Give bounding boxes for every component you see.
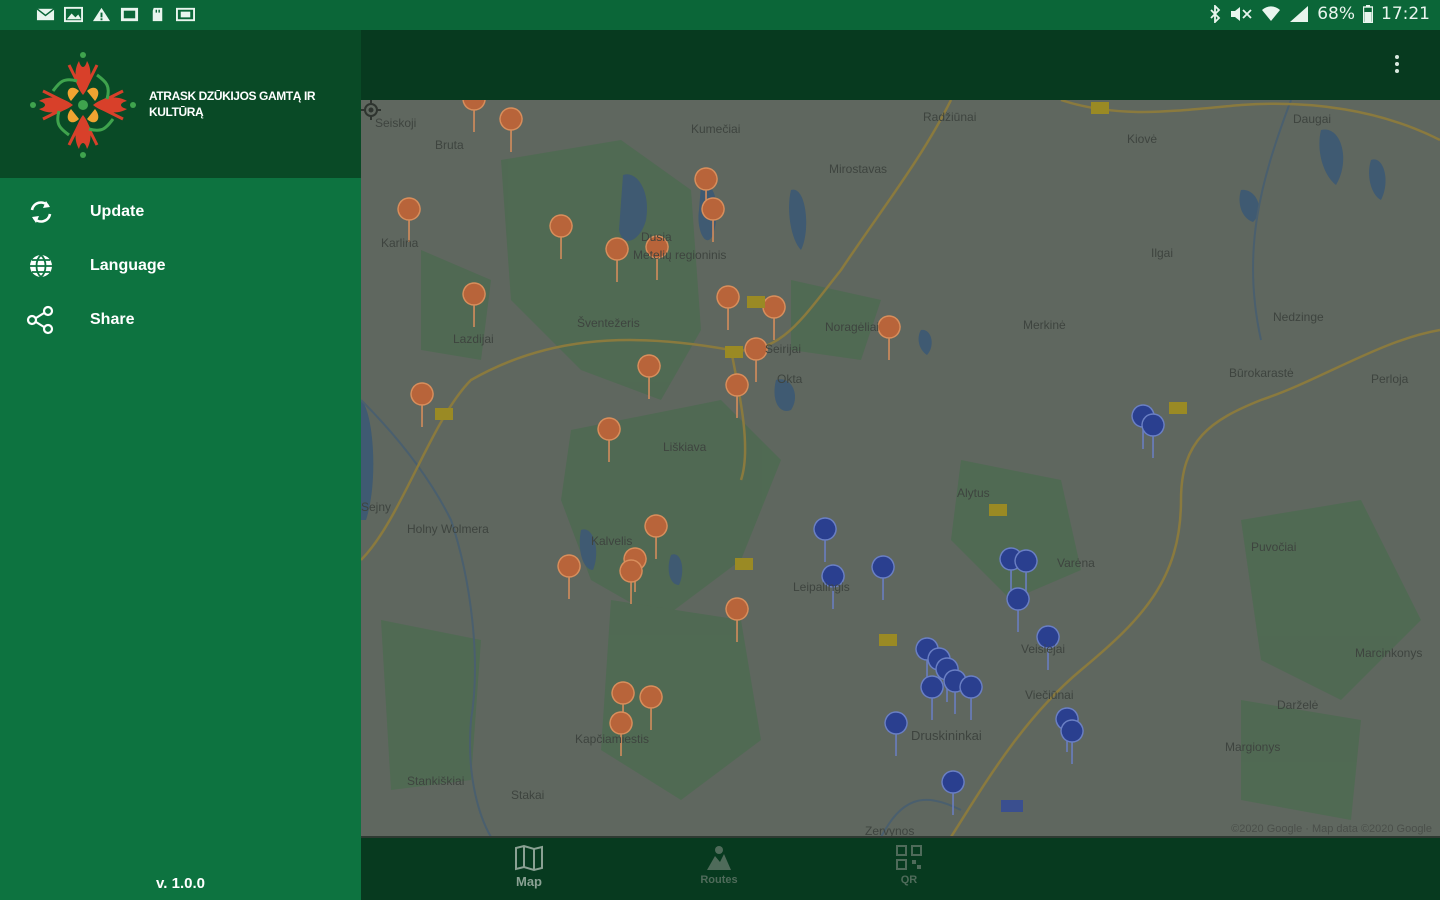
place-label: Alytus <box>957 486 990 500</box>
tab-qr[interactable]: QR <box>849 844 969 898</box>
place-label: Noragėliai <box>825 320 880 334</box>
bluetooth-icon <box>1210 5 1221 23</box>
share-icon <box>26 305 54 335</box>
place-label: Druskininkai <box>911 728 982 743</box>
place-label: Kalvelis <box>591 534 633 548</box>
bottom-navigation: Map Routes QR <box>361 838 1440 900</box>
menu-item-share[interactable]: Share <box>0 293 361 347</box>
route-icon <box>707 846 731 870</box>
place-label: Stankiškiai <box>407 774 465 788</box>
logo <box>28 52 138 160</box>
map-view[interactable]: Seiskoji Bruta Kumečiai Radžiūnai Kiovė … <box>361 100 1440 837</box>
place-label: Bruta <box>435 138 464 152</box>
menu-item-update[interactable]: Update <box>0 185 361 239</box>
place-label: Daugai <box>1293 112 1332 126</box>
place-label: Viečiūnai <box>1025 688 1074 702</box>
place-label: Marcinkonys <box>1355 646 1423 660</box>
menu-item-label: Language <box>90 257 166 274</box>
place-label: Veisiejai <box>1021 642 1066 656</box>
battery-icon <box>1363 5 1373 23</box>
app-bar <box>361 30 1440 100</box>
tab-routes-label: Routes <box>700 874 738 886</box>
notification-icons <box>36 6 195 23</box>
place-label: Būrokarastė <box>1229 366 1294 380</box>
tab-map-label: Map <box>516 874 542 889</box>
place-label: Dusia <box>641 230 672 244</box>
map-icon <box>515 844 543 872</box>
qr-icon <box>896 845 922 870</box>
place-label: Darželė <box>1277 698 1319 712</box>
signal-icon <box>1290 6 1309 22</box>
place-label: Liškiava <box>663 440 707 454</box>
place-label: Puvočiai <box>1251 540 1297 554</box>
map-canvas <box>361 100 1440 837</box>
place-label: Nedzinge <box>1273 310 1324 324</box>
app-brand-title: Atrask Dzūkijos gamtą ir kultūrą <box>149 89 316 119</box>
sdcard-icon <box>152 7 163 22</box>
gallery-icon <box>120 7 139 22</box>
place-label: Radžiūnai <box>923 110 977 124</box>
place-label: Seiskoji <box>375 116 417 130</box>
clock: 17:21 <box>1381 4 1430 24</box>
place-label: Ilgai <box>1151 246 1174 260</box>
image-icon <box>64 6 83 23</box>
place-label: Holny Wolmera <box>407 522 489 536</box>
photo-icon <box>176 7 195 22</box>
drawer-header: Atrask Dzūkijos gamtą ir kultūrą <box>0 30 361 178</box>
place-label: Karlina <box>381 236 419 250</box>
place-label: Lazdijai <box>453 332 494 346</box>
system-indicators: 68% 17:21 <box>1209 4 1430 24</box>
place-label: Okta <box>777 372 803 386</box>
app-version: v. 1.0.0 <box>156 875 205 892</box>
place-label: Varėna <box>1057 556 1095 570</box>
mute-icon <box>1231 7 1252 21</box>
tab-qr-label: QR <box>900 874 918 886</box>
place-label: Kiovė <box>1127 132 1158 146</box>
place-label: Kapčiamiestis <box>575 732 650 746</box>
place-label: Mirostavas <box>829 162 888 176</box>
menu-item-label: Update <box>90 203 145 220</box>
my-location-icon[interactable] <box>361 100 381 120</box>
place-label: Merkinė <box>1023 318 1066 332</box>
place-label: Stakai <box>511 788 545 802</box>
wifi-icon <box>1262 6 1281 21</box>
place-label: Šventežeris <box>577 316 640 330</box>
place-label: Metelių regioninis <box>633 248 727 262</box>
menu-item-label: Share <box>90 311 135 328</box>
map-copyright: ©2020 Google · Map data ©2020 Google <box>1231 823 1432 835</box>
place-label: Leipalingis <box>793 580 850 594</box>
status-bar: 68% 17:21 <box>0 0 1440 30</box>
navigation-drawer: Atrask Dzūkijos gamtą ir kultūrą Update … <box>0 30 361 900</box>
overflow-menu-icon[interactable] <box>1392 52 1402 78</box>
tab-map[interactable]: Map <box>469 844 589 898</box>
refresh-icon <box>30 201 52 223</box>
globe-icon <box>30 254 52 279</box>
menu-item-language[interactable]: Language <box>0 239 361 293</box>
place-label: Sejny <box>361 500 392 514</box>
place-label: Margionys <box>1225 740 1281 754</box>
place-label: Seirijai <box>765 342 802 356</box>
battery-percent: 68% <box>1317 4 1355 24</box>
mail-icon <box>36 8 55 21</box>
tab-routes[interactable]: Routes <box>659 844 779 898</box>
place-label: Perloja <box>1371 372 1409 386</box>
warning-icon <box>92 7 111 22</box>
place-label: Kumečiai <box>691 122 741 136</box>
